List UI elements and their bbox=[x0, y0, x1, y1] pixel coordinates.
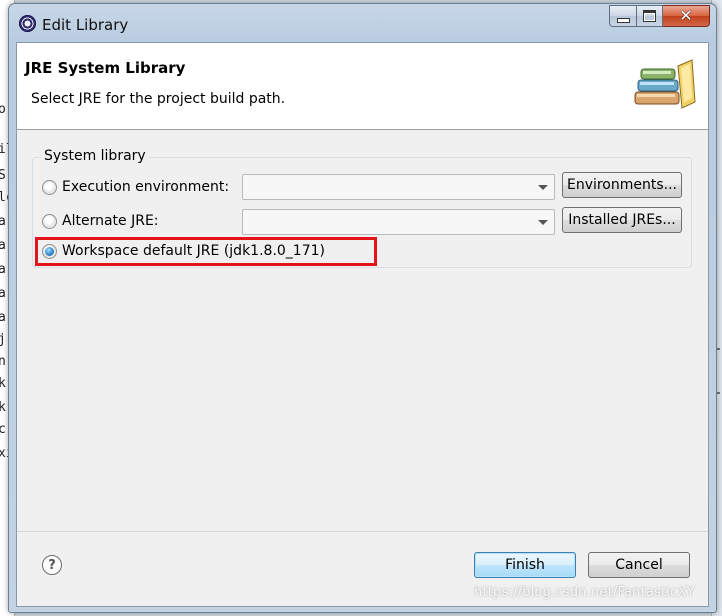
bg-editor-char: n bbox=[0, 354, 6, 369]
close-icon: ✕ bbox=[679, 6, 693, 25]
environments-button[interactable]: Environments... bbox=[562, 172, 682, 198]
bg-editor-char: a bbox=[0, 310, 6, 325]
installed-jres-button[interactable]: Installed JREs... bbox=[562, 207, 682, 233]
bg-editor-char: j bbox=[0, 332, 6, 347]
execution-environment-label[interactable]: Execution environment: bbox=[62, 179, 229, 195]
minimize-icon bbox=[616, 17, 630, 23]
help-icon: ? bbox=[48, 557, 56, 573]
footer-separator bbox=[17, 531, 708, 532]
bg-editor-char: k bbox=[0, 376, 6, 391]
bg-editor-char: a bbox=[0, 286, 6, 301]
maximize-button[interactable] bbox=[637, 5, 663, 27]
page-description: Select JRE for the project build path. bbox=[31, 91, 286, 107]
library-books-icon bbox=[634, 59, 696, 109]
chevron-down-icon bbox=[538, 220, 548, 225]
chevron-down-icon bbox=[538, 185, 548, 190]
close-button[interactable]: ✕ bbox=[663, 5, 710, 27]
bg-editor-char: c bbox=[0, 422, 6, 437]
dialog-header: JRE System Library Select JRE for the pr… bbox=[17, 43, 708, 130]
bg-editor-char: a bbox=[0, 238, 6, 253]
bg-editor-char: o bbox=[0, 102, 6, 117]
execution-environment-radio[interactable] bbox=[42, 180, 57, 195]
window-title: Edit Library bbox=[42, 16, 129, 34]
system-library-legend: System library bbox=[41, 148, 149, 164]
alternate-jre-combo[interactable] bbox=[242, 209, 555, 235]
finish-button[interactable]: Finish bbox=[474, 552, 576, 578]
help-button[interactable]: ? bbox=[42, 555, 62, 575]
page-title: JRE System Library bbox=[25, 59, 186, 77]
maximize-icon bbox=[643, 10, 656, 22]
bg-editor-char: S bbox=[0, 168, 6, 183]
watermark: https://blog.csdn.net/FantasticXY bbox=[474, 585, 695, 600]
window-controls: ✕ bbox=[609, 5, 710, 27]
edit-library-dialog: Edit Library ✕ JRE System Library Select… bbox=[8, 3, 717, 613]
bg-editor-char: a bbox=[0, 214, 6, 229]
alternate-jre-label[interactable]: Alternate JRE: bbox=[62, 213, 159, 229]
execution-environment-combo[interactable] bbox=[242, 174, 555, 200]
eclipse-icon bbox=[19, 15, 36, 32]
minimize-button[interactable] bbox=[609, 5, 637, 27]
cancel-button[interactable]: Cancel bbox=[588, 552, 690, 578]
alternate-jre-radio[interactable] bbox=[42, 214, 57, 229]
bg-editor-char: k bbox=[0, 400, 6, 415]
title-bar[interactable]: Edit Library ✕ bbox=[9, 4, 716, 42]
dialog-content: JRE System Library Select JRE for the pr… bbox=[16, 42, 709, 607]
annotation-highlight-box bbox=[35, 237, 377, 266]
bg-editor-char: a bbox=[0, 262, 6, 277]
